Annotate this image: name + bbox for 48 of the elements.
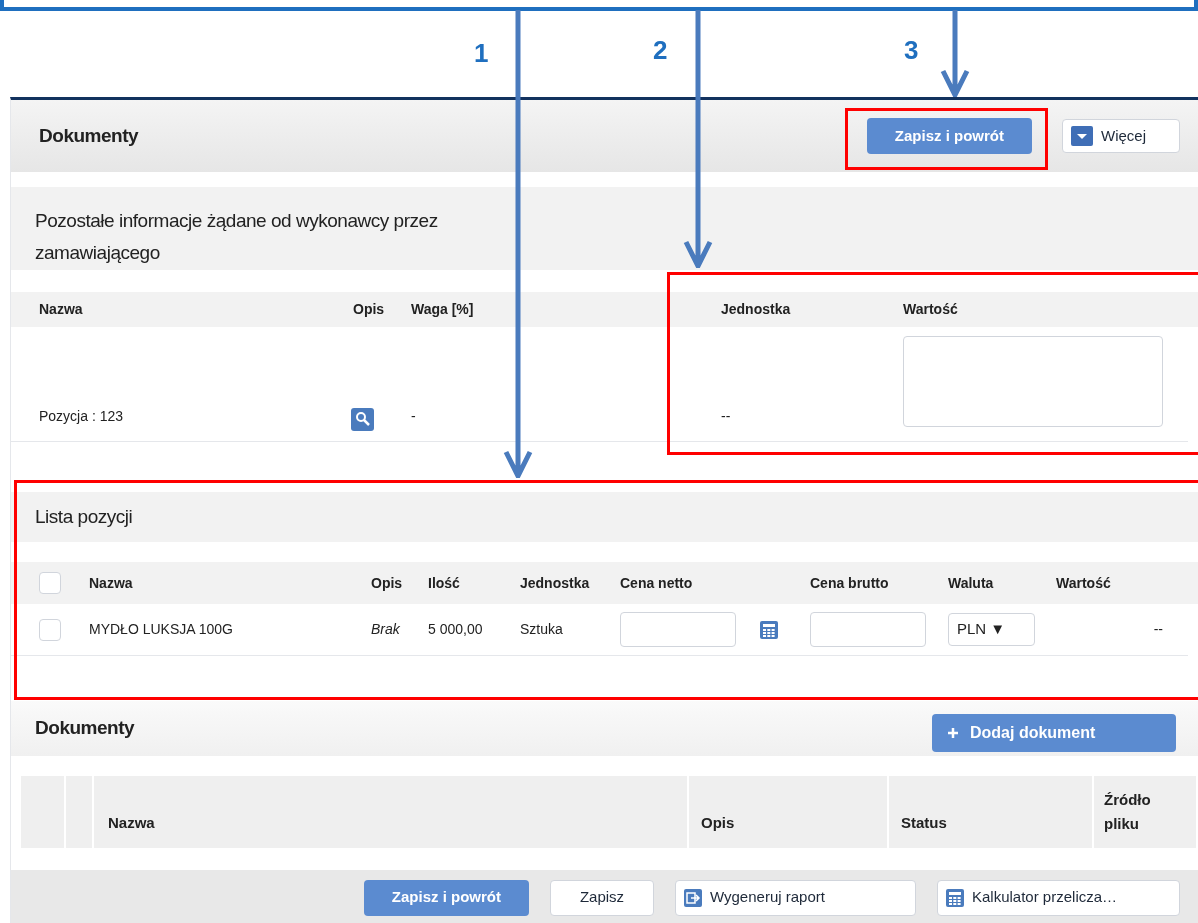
checkbox[interactable] bbox=[39, 618, 61, 641]
dropdown-icon bbox=[1071, 126, 1093, 146]
column-header: Opis bbox=[353, 300, 386, 319]
column-header: Cena netto bbox=[620, 573, 694, 593]
table-cell-text: -- bbox=[721, 407, 732, 426]
column-header: Wartość bbox=[1056, 573, 1111, 593]
calculator-button[interactable]: Kalkulator przelicza… bbox=[937, 879, 1180, 916]
column-header: Wartość bbox=[903, 300, 958, 319]
annotation-number: 2 bbox=[653, 34, 668, 67]
column-header: Nazwa bbox=[39, 300, 84, 319]
annotation-number: 3 bbox=[904, 34, 919, 67]
search-icon[interactable] bbox=[351, 408, 374, 431]
more-button[interactable]: Więcej bbox=[1062, 119, 1180, 153]
column-header: Opis bbox=[689, 776, 889, 848]
column-header: Źródło pliku bbox=[1103, 790, 1152, 834]
table-cell-text: 5 000,00 bbox=[428, 620, 484, 639]
export-icon bbox=[684, 888, 702, 907]
column-header: Waluta bbox=[948, 573, 995, 593]
table-cell-text: MYDŁO LUKSJA 100G bbox=[89, 620, 234, 639]
plus-icon bbox=[948, 728, 958, 738]
checkbox[interactable] bbox=[39, 572, 61, 594]
net-price-field[interactable] bbox=[620, 612, 736, 647]
gross-price-field[interactable] bbox=[810, 612, 926, 647]
column-header: Jednostka bbox=[520, 573, 591, 593]
column-header: Cena brutto bbox=[810, 573, 890, 593]
section-title: Pozostałe informacje żądane od wykonawcy przez zamawiającego bbox=[35, 209, 439, 265]
table-cell-text: - bbox=[411, 407, 417, 426]
generate-report-button[interactable]: Wygeneruj raport bbox=[675, 879, 916, 916]
save-button[interactable]: Zapisz bbox=[550, 879, 654, 916]
currency-select[interactable]: PLN ▼ bbox=[948, 613, 1035, 646]
column-header: Status bbox=[889, 776, 1094, 848]
table-cell-text: Pozycja : 123 bbox=[39, 407, 125, 426]
column-header: Nazwa bbox=[89, 573, 134, 593]
column-header: Ilość bbox=[428, 573, 461, 593]
section-title: Dokumenty bbox=[35, 716, 136, 740]
table-cell-text: -- bbox=[1152, 620, 1164, 639]
section-title: Lista pozycji bbox=[35, 504, 133, 529]
calculator-icon bbox=[760, 620, 778, 639]
page-title: Dokumenty bbox=[39, 123, 140, 148]
column-header: Jednostka bbox=[721, 300, 792, 319]
calculator-icon bbox=[946, 888, 964, 907]
column-header: Waga [%] bbox=[411, 300, 475, 319]
table-cell-text: Brak bbox=[371, 620, 401, 639]
table-cell-text: Sztuka bbox=[520, 620, 564, 639]
annotation-number: 1 bbox=[474, 37, 489, 70]
value-field[interactable] bbox=[903, 336, 1163, 427]
column-header: Opis bbox=[371, 573, 404, 593]
column-header: Nazwa bbox=[94, 776, 689, 848]
